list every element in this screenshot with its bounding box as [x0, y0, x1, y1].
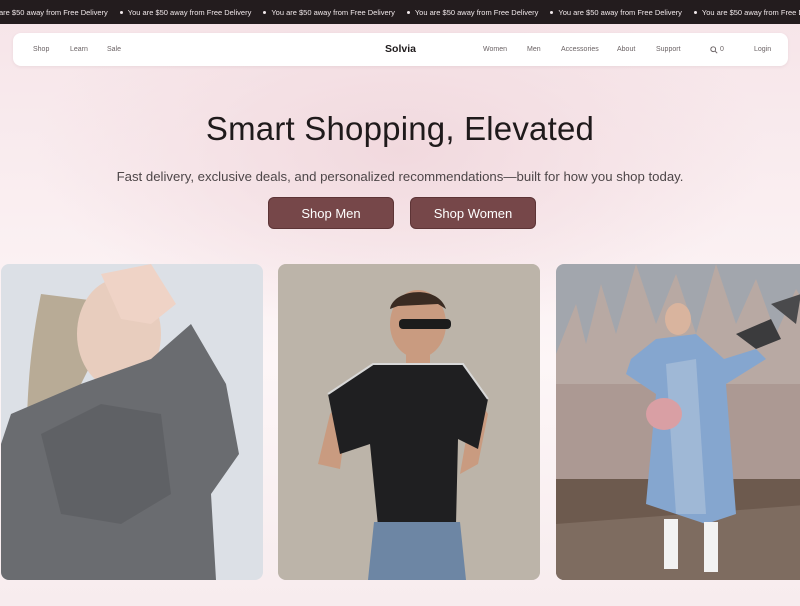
- announcement-label: are $50 away from Free Delivery: [0, 7, 108, 17]
- announcement-text: You are $50 away from Free Delivery: [550, 8, 682, 17]
- navbar: Shop Learn Sale Solvia Women Men Accesso…: [13, 33, 788, 66]
- hero-title: Smart Shopping, Elevated: [205, 110, 595, 147]
- announcement-text: You are $50 away from Free Delivery: [263, 8, 395, 17]
- image-card-man-black[interactable]: [278, 264, 540, 580]
- bullet-icon: [406, 10, 410, 14]
- announcement-text: are $50 away from Free Delivery: [0, 8, 108, 17]
- announcement-text: You are $50 away from Free Delivery: [406, 7, 539, 17]
- nav-link-sale[interactable]: Sale: [107, 33, 121, 66]
- image-card-woman-grey[interactable]: [1, 264, 263, 580]
- announcement-label: You are $50 away from Free Delivery: [127, 7, 252, 17]
- nav-link-learn[interactable]: Learn: [70, 33, 88, 66]
- bullet-icon: [693, 10, 697, 14]
- bullet-icon: [119, 10, 123, 14]
- nav-link-support[interactable]: Support: [656, 33, 681, 66]
- cart-count[interactable]: 0: [720, 33, 724, 66]
- man-black-tshirt-image: [278, 264, 540, 580]
- announcement-bar: are $50 away from Free Delivery You are …: [0, 0, 800, 24]
- woman-blue-coat-cathedral-image: [556, 264, 800, 580]
- nav-link-about[interactable]: About: [617, 33, 635, 66]
- nav-link-shop[interactable]: Shop: [33, 33, 49, 66]
- nav-link-men[interactable]: Men: [527, 33, 541, 66]
- image-card-woman-blue-coat[interactable]: [556, 264, 800, 580]
- woman-grey-shirt-image: [1, 264, 263, 580]
- nav-link-accessories[interactable]: Accessories: [561, 33, 599, 66]
- announcement-label: You are $50 away from Free Delivery: [701, 7, 800, 17]
- shop-men-button[interactable]: Shop Men: [268, 197, 394, 229]
- announcement-text: You are $50 away from Free Delivery: [693, 7, 800, 17]
- bullet-icon: [263, 10, 267, 14]
- hero-subtitle: Fast delivery, exclusive deals, and pers…: [116, 169, 684, 184]
- announcement-label: You are $50 away from Free Delivery: [271, 7, 395, 17]
- login-link[interactable]: Login: [754, 33, 771, 66]
- shop-women-button[interactable]: Shop Women: [410, 197, 536, 229]
- announcement-text: You are $50 away from Free Delivery: [119, 7, 252, 17]
- nav-link-women[interactable]: Women: [483, 33, 507, 66]
- search-icon: [710, 46, 718, 54]
- announcement-label: You are $50 away from Free Delivery: [414, 7, 539, 17]
- brand-name[interactable]: Solvia: [385, 43, 416, 55]
- announcement-label: You are $50 away from Free Delivery: [558, 7, 682, 17]
- bullet-icon: [550, 10, 554, 14]
